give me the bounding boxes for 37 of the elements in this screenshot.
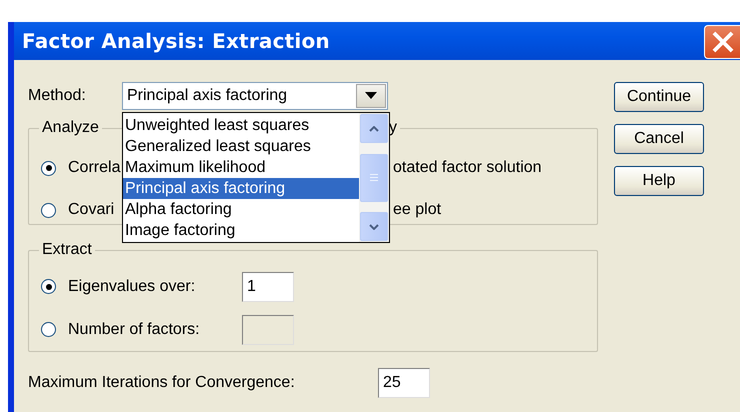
input-field[interactable]: 25 xyxy=(378,368,430,398)
dropdown-option[interactable]: Image factoring xyxy=(123,220,359,241)
chevron-down-icon xyxy=(369,224,379,230)
radio-label: Eigenvalues over: xyxy=(68,278,196,296)
close-button[interactable] xyxy=(704,25,740,59)
scrollbar[interactable] xyxy=(359,113,389,242)
radio-label: Covari xyxy=(68,201,114,219)
scroll-down-button[interactable] xyxy=(360,212,388,241)
scroll-up-button[interactable] xyxy=(360,114,388,143)
radio-label: Number of factors: xyxy=(68,320,201,338)
dialog-button[interactable]: Continue xyxy=(614,82,704,112)
radio-label: Correla xyxy=(68,159,120,177)
method-dropdown[interactable]: Principal axis factoring xyxy=(122,82,388,110)
input-field[interactable]: 1 xyxy=(242,272,294,302)
method-value: Principal axis factoring xyxy=(127,87,288,105)
dropdown-option[interactable]: Generalized least squares xyxy=(123,136,359,157)
caret-icon xyxy=(365,92,377,100)
close-icon xyxy=(712,31,734,53)
dropdown-option[interactable]: Alpha factoring xyxy=(123,199,359,220)
chevron-up-icon xyxy=(369,126,379,132)
dialog-button[interactable]: Cancel xyxy=(614,124,704,154)
checkbox-label: otated factor solution xyxy=(393,159,542,177)
dropdown-option[interactable]: Unweighted least squares xyxy=(123,115,359,136)
dropdown-button[interactable] xyxy=(356,84,386,108)
scroll-thumb[interactable] xyxy=(360,154,388,202)
radio-button[interactable] xyxy=(41,202,56,218)
grip-icon xyxy=(370,174,378,181)
checkbox-label: ee plot xyxy=(393,201,442,219)
method-label: Method: xyxy=(28,87,87,105)
iterations-label: Maximum Iterations for Convergence: xyxy=(28,374,296,392)
radio-button[interactable] xyxy=(41,160,56,176)
dropdown-option[interactable]: Maximum likelihood xyxy=(123,157,359,178)
window-title: Factor Analysis: Extraction xyxy=(22,29,330,53)
dropdown-option[interactable]: Principal axis factoring xyxy=(123,178,359,199)
dialog-button[interactable]: Help xyxy=(614,166,704,196)
radio-button[interactable] xyxy=(41,279,56,294)
group-legend: Analyze xyxy=(39,119,102,137)
